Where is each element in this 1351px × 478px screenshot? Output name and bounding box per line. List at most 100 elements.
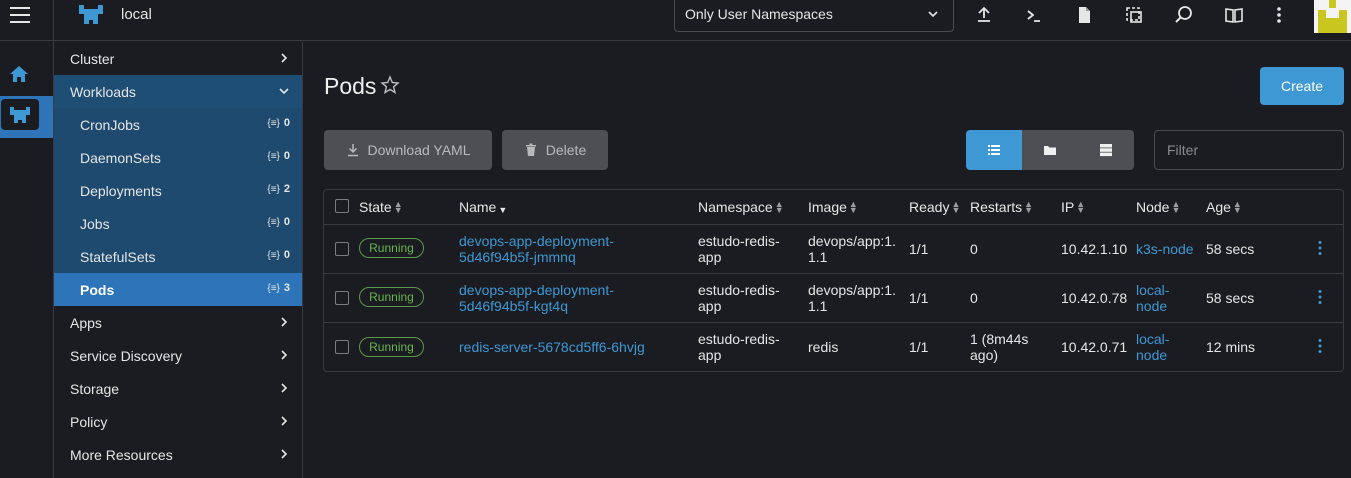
namespace-line: estudo-redis- [698,331,780,347]
ip-cell: 10.42.1.10 [1061,241,1128,257]
row-checkbox[interactable] [335,242,349,256]
column-header-node[interactable]: Node ▲ ▼ [1136,190,1180,224]
node-link[interactable]: local-node [1136,282,1169,314]
pod-name-link[interactable]: devops-app-deployment- 5d46f94b5f-kgt4q [459,282,614,314]
column-header-name[interactable]: Name ▼ [459,190,507,224]
restarts-line: ago) [970,347,999,363]
nav-item-statefulsets[interactable]: StatefulSets {≡} 0 [54,240,302,273]
count-value: 3 [283,282,290,294]
node-link[interactable]: local-node [1136,331,1169,363]
header-label: Ready [909,199,950,215]
restarts-line: 1 (8m44s [970,331,1029,347]
folder-icon [1044,146,1056,155]
header-label: Age [1206,199,1231,215]
nav-item-label: DaemonSets [80,149,161,166]
restarts-cell: 1 (8m44s ago) [970,331,1028,363]
resource-count-icon: {≡} [267,150,280,162]
copy-kubeconfig-icon[interactable] [1123,4,1145,26]
nav-group-storage[interactable]: Storage [54,372,302,405]
row-checkbox[interactable] [335,340,349,354]
image-cell: redis [808,339,838,355]
star-icon[interactable] [380,75,400,95]
age-cell: 12 mins [1206,339,1256,355]
column-header-state[interactable]: State ▲ ▼ [359,190,403,224]
header-label: Node [1136,199,1170,215]
nav-group-workloads[interactable]: Workloads [54,75,302,108]
namespace-select[interactable]: Only User Namespaces [674,0,954,32]
image-line: devops/app:1. [808,233,896,249]
age-cell: 58 secs [1206,290,1255,306]
column-header-ip[interactable]: IP ▲ ▼ [1061,190,1085,224]
namespace-line: app [698,249,722,265]
rail-cluster-box [1,99,39,130]
terminal-icon[interactable] [1023,4,1045,26]
pod-name-line: devops-app-deployment- [459,233,614,249]
column-header-restarts[interactable]: Restarts ▲ ▼ [970,190,1033,224]
download-yaml-label: Download YAML [367,142,471,158]
row-actions-icon[interactable] [1315,338,1325,354]
table-divider [324,322,1343,323]
file-icon[interactable] [1073,4,1095,26]
ready-cell: 1/1 [909,290,929,306]
node-link[interactable]: k3s-node [1136,241,1194,257]
resource-count-icon: {≡} [267,216,280,228]
pod-name-link[interactable]: devops-app-deployment- 5d46f94b5f-jmmnq [459,233,614,265]
create-button[interactable]: Create [1260,67,1344,105]
chevron-right-icon [281,317,288,327]
header-label: Namespace [698,199,773,215]
nav-item-deployments[interactable]: Deployments {≡} 2 [54,174,302,207]
nav-group-label: Service Discovery [70,347,183,364]
nav-item-jobs[interactable]: Jobs {≡} 0 [54,207,302,240]
cluster-logo-icon [79,5,103,24]
restarts-cell: 0 [970,290,978,306]
rail-cluster-local[interactable] [0,96,53,138]
nav-group-cluster[interactable]: Cluster [54,42,302,75]
count-value: 2 [283,183,290,195]
sort-desc-icon: ▼ [498,205,508,215]
more-vertical-icon[interactable] [1268,4,1290,26]
nav-group-more-resources[interactable]: More Resources [54,438,302,471]
search-icon[interactable] [1173,4,1195,26]
column-header-namespace[interactable]: Namespace ▲ ▼ [698,190,784,224]
upload-icon[interactable] [973,4,995,26]
table-divider [324,273,1343,274]
view-group-by-node-button[interactable] [1078,130,1134,170]
pod-name-line: redis-server-5678cd5ff6-6hvjg [459,339,645,355]
node-line: node [1136,298,1168,314]
column-header-image[interactable]: Image ▲ ▼ [808,190,858,224]
row-checkbox[interactable] [335,291,349,305]
status-badge: Running [359,337,424,357]
row-actions-icon[interactable] [1315,289,1325,305]
avatar-pattern-icon [1318,0,1347,33]
book-icon[interactable] [1223,4,1245,26]
count-value: 0 [283,150,290,162]
cluster-name: local [121,6,152,23]
sort-icon: ▲ ▼ [951,199,961,215]
download-yaml-button[interactable]: Download YAML [324,130,492,170]
home-icon[interactable] [8,63,30,85]
nav-item-label: Jobs [80,215,110,232]
view-group-by-namespace-button[interactable] [1022,130,1078,170]
nav-item-pods[interactable]: Pods {≡} 3 [54,273,302,306]
column-header-ready[interactable]: Ready ▲ ▼ [909,190,960,224]
row-actions-icon[interactable] [1315,240,1325,256]
nav-group-apps[interactable]: Apps [54,306,302,339]
column-header-age[interactable]: Age ▲ ▼ [1206,190,1242,224]
nav-item-cronjobs[interactable]: CronJobs {≡} 0 [54,108,302,141]
namespace-select-value: Only User Namespaces [685,6,833,22]
nav-item-daemonsets[interactable]: DaemonSets {≡} 0 [54,141,302,174]
nav-item-label: StatefulSets [80,248,156,265]
image-line: 1.1 [808,298,828,314]
nav-group-policy[interactable]: Policy [54,405,302,438]
user-avatar[interactable] [1314,0,1351,33]
nav-group-service-discovery[interactable]: Service Discovery [54,339,302,372]
filter-input[interactable] [1154,130,1344,170]
view-flat-list-button[interactable] [966,130,1022,170]
select-all-checkbox[interactable] [335,199,349,213]
delete-button[interactable]: Delete [502,130,608,170]
menu-icon[interactable] [10,7,30,23]
pod-name-link[interactable]: redis-server-5678cd5ff6-6hvjg [459,339,645,355]
count-value: 0 [283,249,290,261]
restarts-cell: 0 [970,241,978,257]
image-line: devops/app:1. [808,282,896,298]
